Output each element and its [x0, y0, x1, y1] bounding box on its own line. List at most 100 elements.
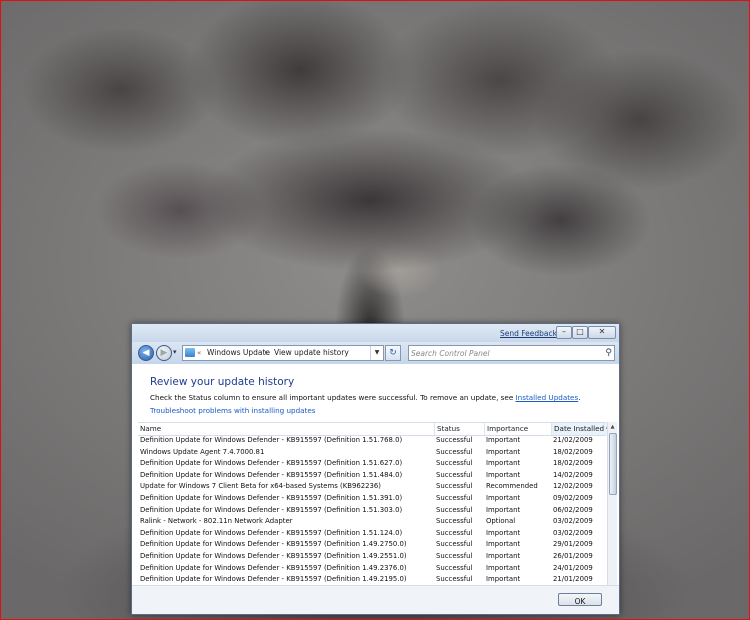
cell-date: 21/02/2009 [553, 436, 593, 444]
column-header-importance[interactable]: Importance [484, 423, 553, 435]
cell-name: Definition Update for Windows Defender -… [140, 459, 403, 468]
table-row[interactable]: Definition Update for Windows Defender -… [138, 458, 606, 470]
cell-name: Definition Update for Windows Defender -… [140, 563, 407, 572]
cell-importance: Important [486, 436, 521, 444]
cell-importance: Important [486, 493, 521, 502]
address-dropdown-icon[interactable]: ▼ [370, 346, 383, 360]
cell-date: 24/01/2009 [553, 563, 593, 572]
search-input[interactable] [411, 346, 591, 360]
cell-name: Ralink - Network - 802.11n Network Adapt… [140, 517, 293, 526]
cell-importance: Important [486, 575, 521, 584]
dialog-footer: OK [132, 585, 619, 614]
table-row[interactable]: Definition Update for Windows Defender -… [138, 563, 606, 575]
send-feedback-link[interactable]: Send Feedback [500, 329, 557, 338]
cell-date: 03/02/2009 [553, 528, 593, 537]
cell-importance: Recommended [486, 482, 538, 491]
update-history-list: Name Status Importance Date Installed ▲ … [138, 422, 617, 586]
table-row[interactable]: Ralink - Network - 802.11n Network Adapt… [138, 516, 606, 528]
cell-date: 18/02/2009 [553, 459, 593, 468]
cell-date: 03/02/2009 [553, 517, 593, 526]
title-bar[interactable]: Send Feedback – □ ✕ [132, 324, 619, 342]
table-row[interactable]: Windows Update Agent 7.4.7000.81 Successf… [138, 447, 606, 459]
cell-importance: Optional [486, 517, 516, 526]
cell-date: 29/01/2009 [553, 540, 593, 549]
table-row[interactable]: Definition Update for Windows Defender -… [138, 574, 606, 586]
scrollbar-thumb[interactable] [609, 433, 617, 495]
breadcrumb-separator-icon[interactable]: ▸ [265, 346, 268, 360]
breadcrumb-windows-update[interactable]: Windows Update [207, 346, 270, 360]
cell-status: Successful [436, 528, 473, 537]
cell-date: 12/02/2009 [553, 482, 593, 491]
cell-importance: Important [486, 563, 521, 572]
cell-status: Successful [436, 563, 473, 572]
cell-name: Windows Update Agent 7.4.7000.81 [140, 447, 265, 456]
cell-importance: Important [486, 551, 521, 560]
table-row[interactable]: Update for Windows 7 Client Beta for x64… [138, 481, 606, 493]
cell-importance: Important [486, 540, 521, 549]
cell-status: Successful [436, 470, 473, 479]
update-rows: Definition Update for Windows Defender -… [138, 435, 606, 586]
cell-name: Definition Update for Windows Defender -… [140, 436, 403, 444]
refresh-icon: ↻ [389, 348, 397, 358]
cell-name: Definition Update for Windows Defender -… [140, 528, 403, 537]
recent-pages-dropdown-icon[interactable]: ▾ [173, 348, 177, 356]
refresh-button[interactable]: ↻ [385, 345, 401, 361]
cell-date: 14/02/2009 [553, 470, 593, 479]
cell-name: Definition Update for Windows Defender -… [140, 493, 403, 502]
column-header-row: Name Status Importance Date Installed ▲ [138, 422, 610, 436]
control-panel-icon [185, 348, 195, 357]
search-icon[interactable]: ⚲ [605, 346, 612, 360]
breadcrumb-view-update-history[interactable]: View update history [274, 346, 349, 360]
vertical-scrollbar[interactable]: ▲ [607, 422, 617, 586]
cell-status: Successful [436, 436, 473, 444]
cell-name: Definition Update for Windows Defender -… [140, 575, 407, 584]
table-row[interactable]: Definition Update for Windows Defender -… [138, 470, 606, 482]
cell-importance: Important [486, 470, 521, 479]
cell-importance: Important [486, 447, 521, 456]
page-title: Review your update history [150, 376, 295, 388]
cell-status: Successful [436, 505, 473, 514]
cell-name: Definition Update for Windows Defender -… [140, 551, 407, 560]
back-arrow-icon: ◀ [142, 348, 150, 358]
ok-button[interactable]: OK [558, 593, 602, 606]
cell-date: 06/02/2009 [553, 505, 593, 514]
cell-status: Successful [436, 459, 473, 468]
cell-status: Successful [436, 517, 473, 526]
cell-name: Definition Update for Windows Defender -… [140, 505, 403, 514]
cell-status: Successful [436, 575, 473, 584]
cell-name: Definition Update for Windows Defender -… [140, 470, 403, 479]
forward-button[interactable]: ▶ [156, 345, 172, 361]
installed-updates-link[interactable]: Installed Updates [516, 393, 579, 402]
cell-name: Definition Update for Windows Defender -… [140, 540, 407, 549]
scroll-up-icon[interactable]: ▲ [608, 422, 617, 432]
cell-status: Successful [436, 493, 473, 502]
cell-status: Successful [436, 551, 473, 560]
address-overflow-chevron[interactable]: « [197, 346, 201, 360]
table-row[interactable]: Definition Update for Windows Defender -… [138, 435, 606, 447]
table-row[interactable]: Definition Update for Windows Defender -… [138, 528, 606, 540]
troubleshoot-link[interactable]: Troubleshoot problems with installing up… [150, 406, 316, 415]
address-bar[interactable]: « Windows Update ▸ View update history ▼ [182, 345, 384, 361]
table-row[interactable]: Definition Update for Windows Defender -… [138, 539, 606, 551]
cell-status: Successful [436, 447, 473, 456]
search-box[interactable]: ⚲ [408, 345, 615, 361]
cell-date: 18/02/2009 [553, 447, 593, 456]
cell-status: Successful [436, 540, 473, 549]
column-header-name[interactable]: Name [138, 423, 435, 435]
table-row[interactable]: Definition Update for Windows Defender -… [138, 493, 606, 505]
column-header-date-installed[interactable]: Date Installed [551, 423, 608, 435]
close-button[interactable]: ✕ [588, 326, 616, 339]
description-text: Check the Status column to ensure all im… [150, 393, 516, 402]
table-row[interactable]: Definition Update for Windows Defender -… [138, 551, 606, 563]
forward-arrow-icon: ▶ [160, 348, 168, 358]
navigation-bar: ◀ ▶ ▾ « Windows Update ▸ View update his… [132, 342, 619, 364]
cell-status: Successful [436, 482, 473, 491]
page-description: Check the Status column to ensure all im… [150, 393, 581, 402]
cell-importance: Important [486, 528, 521, 537]
maximize-button[interactable]: □ [572, 326, 588, 339]
cell-importance: Important [486, 459, 521, 468]
table-row[interactable]: Definition Update for Windows Defender -… [138, 505, 606, 517]
minimize-button[interactable]: – [556, 326, 572, 339]
column-header-status[interactable]: Status [434, 423, 485, 435]
back-button[interactable]: ◀ [138, 345, 154, 361]
